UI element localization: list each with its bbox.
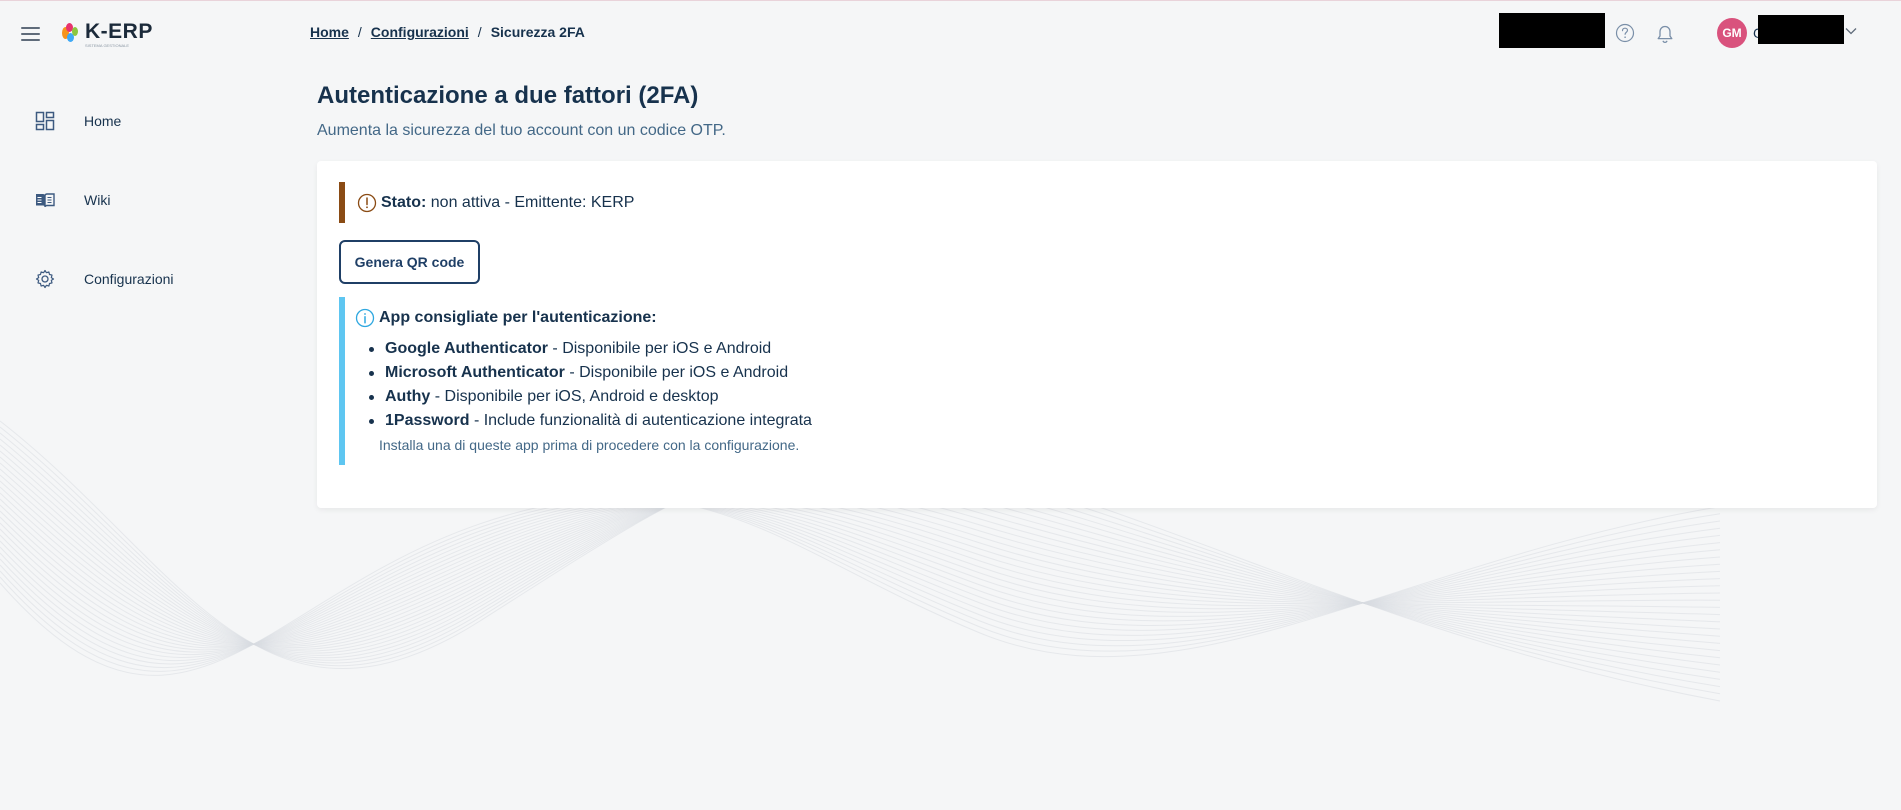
sidebar-item-home[interactable]: Home: [0, 81, 300, 160]
info-heading: App consigliate per l'autenticazione:: [355, 308, 1855, 328]
logo-text: K-ERP: [85, 20, 153, 43]
sidebar-item-label: Home: [84, 112, 122, 129]
sidebar-item-configurazioni[interactable]: Configurazioni: [0, 239, 300, 318]
app-list: Google Authenticator - Disponibile per i…: [355, 337, 1855, 433]
main-content: Autenticazione a due fattori (2FA) Aumen…: [317, 81, 1877, 508]
sidebar: Home Wiki Configurazioni: [0, 81, 300, 318]
sidebar-item-wiki[interactable]: Wiki: [0, 160, 300, 239]
avatar[interactable]: GM: [1717, 18, 1747, 48]
bell-icon[interactable]: [1655, 24, 1675, 45]
sidebar-item-label: Wiki: [84, 191, 111, 208]
recommended-apps-alert: App consigliate per l'autenticazione: Go…: [339, 297, 1855, 465]
status-value: non attiva - Emittente: KERP: [430, 193, 635, 211]
app-desc: - Disponibile per iOS e Android: [552, 340, 772, 357]
breadcrumb-separator: /: [477, 24, 482, 40]
breadcrumb-configurazioni[interactable]: Configurazioni: [371, 24, 469, 40]
status-text: Stato: non attiva - Emittente: KERP: [381, 194, 634, 212]
redacted-block: [1499, 13, 1605, 48]
breadcrumb: Home / Configurazioni / Sicurezza 2FA: [310, 24, 585, 40]
status-alert: Stato: non attiva - Emittente: KERP: [339, 182, 1855, 223]
status-label: Stato:: [381, 193, 427, 211]
twofa-card: Stato: non attiva - Emittente: KERP Gene…: [317, 161, 1877, 508]
list-item: Google Authenticator - Disponibile per i…: [369, 337, 1855, 361]
app-name: 1Password: [385, 412, 470, 429]
app-name: Microsoft Authenticator: [385, 364, 565, 381]
gear-icon: [35, 269, 55, 288]
logo-mark-icon: [62, 21, 82, 45]
info-heading-text: App consigliate per l'autenticazione:: [379, 309, 657, 326]
app-logo[interactable]: K-ERP SISTEMA GESTIONALE: [62, 20, 153, 48]
list-item: 1Password - Include funzionalità di aute…: [369, 409, 1855, 433]
breadcrumb-home[interactable]: Home: [310, 24, 349, 40]
app-desc: - Disponibile per iOS, Android e desktop: [434, 388, 719, 405]
book-icon: [36, 192, 55, 207]
app-desc: - Disponibile per iOS e Android: [569, 364, 789, 381]
info-icon: [355, 308, 375, 328]
generate-qr-button[interactable]: Genera QR code: [339, 240, 480, 284]
warning-icon: [357, 193, 377, 212]
sidebar-item-label: Configurazioni: [84, 270, 174, 287]
top-bar: K-ERP SISTEMA GESTIONALE Home / Configur…: [0, 1, 1901, 67]
install-note: Installa una di queste app prima di proc…: [379, 437, 800, 453]
logo-subtitle: SISTEMA GESTIONALE: [85, 43, 130, 48]
chevron-down-icon[interactable]: [1845, 27, 1857, 35]
list-item: Authy - Disponibile per iOS, Android e d…: [369, 385, 1855, 409]
page-title: Autenticazione a due fattori (2FA): [317, 82, 699, 109]
user-menu[interactable]: GM G: [1717, 18, 1764, 48]
breadcrumb-separator: /: [357, 24, 362, 40]
app-name: Google Authenticator: [385, 340, 548, 357]
breadcrumb-current: Sicurezza 2FA: [490, 24, 585, 40]
dashboard-icon: [35, 111, 55, 130]
list-item: Microsoft Authenticator - Disponibile pe…: [369, 361, 1855, 385]
app-desc: - Include funzionalità di autenticazione…: [473, 412, 812, 429]
redacted-block: [1758, 15, 1844, 44]
page-subtitle: Aumenta la sicurezza del tuo account con…: [317, 122, 726, 139]
help-circle-icon[interactable]: [1615, 23, 1635, 43]
menu-toggle-icon[interactable]: [21, 27, 40, 41]
app-name: Authy: [385, 388, 431, 405]
